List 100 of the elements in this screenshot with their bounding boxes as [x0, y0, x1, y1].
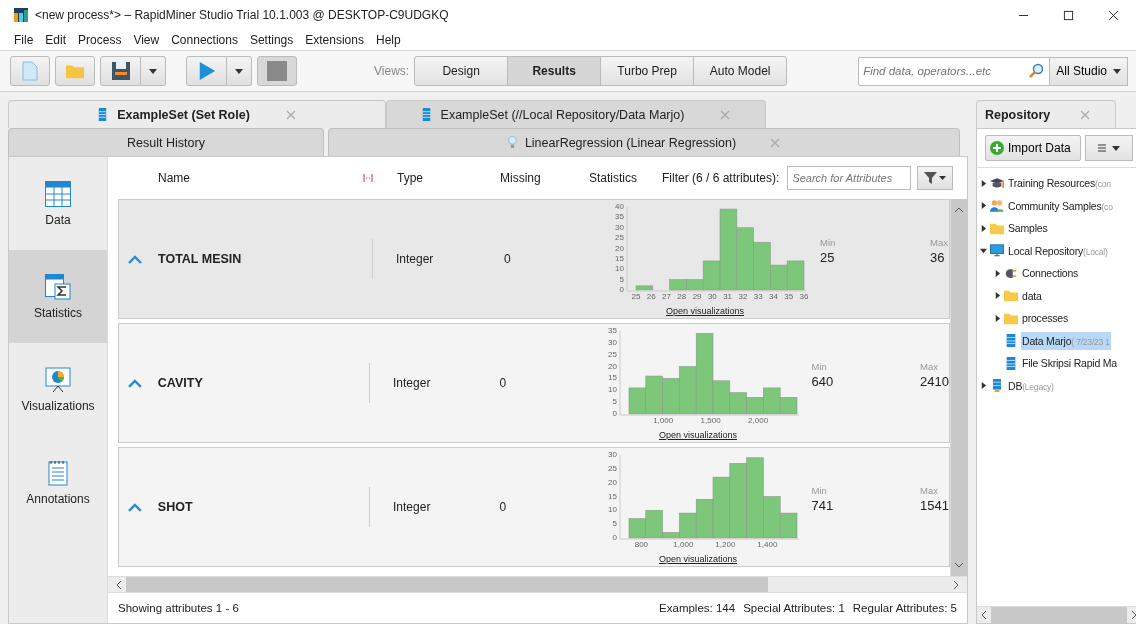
collapsed-arrow-icon[interactable] — [980, 224, 987, 232]
menu-item[interactable]: View — [133, 33, 160, 47]
menu-item[interactable]: Settings — [249, 33, 294, 47]
view-tab[interactable]: Design — [414, 56, 509, 86]
min-label: Min — [811, 485, 828, 496]
collapse-chevron-icon[interactable] — [128, 378, 142, 388]
table-icon — [1004, 356, 1018, 370]
tree-item[interactable]: Connections — [1021, 264, 1080, 283]
y-tick-label: 10 — [608, 505, 618, 515]
menu-item[interactable]: Process — [78, 33, 122, 47]
maximize-icon[interactable] — [1063, 9, 1074, 21]
y-tick-label: 40 — [615, 202, 625, 211]
nav-item[interactable]: Statistics — [9, 250, 107, 343]
view-tab[interactable]: Results — [507, 56, 602, 86]
y-tick-label: 10 — [615, 264, 625, 274]
collapsed-arrow-icon[interactable] — [980, 179, 987, 187]
tab-label: ExampleSet (//Local Repository/Data Marjo) — [440, 107, 685, 122]
nav-item[interactable]: Visualizations — [9, 343, 107, 436]
view-tab[interactable]: Auto Model — [693, 56, 788, 86]
tree-item[interactable]: Data Marjo( 7/23/23 1 — [1021, 331, 1111, 350]
scroll-left-icon[interactable] — [116, 579, 122, 590]
result-tab[interactable]: ExampleSet (//Local Repository/Data Marjo) — [386, 100, 766, 128]
nav-item[interactable]: Annotations — [9, 436, 107, 529]
open-visualizations-link[interactable]: Open visualizations — [658, 554, 737, 564]
horizontal-scrollbar[interactable] — [108, 576, 967, 592]
caret-icon — [1113, 68, 1121, 74]
tab-label: Result History — [127, 135, 205, 150]
max-label: Max — [920, 361, 939, 372]
scroll-up-icon[interactable] — [954, 207, 964, 213]
result-tab[interactable]: LinearRegression (Linear Regression) — [328, 128, 960, 156]
menu-item[interactable]: Connections — [171, 33, 238, 47]
attribute-type: Integer — [393, 376, 432, 390]
missing-count: 0 — [504, 252, 512, 266]
menu-item[interactable]: Help — [375, 33, 401, 47]
collapsed-arrow-icon[interactable] — [994, 314, 1001, 322]
close-icon[interactable] — [1108, 9, 1119, 21]
result-tab[interactable]: ExampleSet (Set Role) — [8, 100, 386, 128]
missing-count: 0 — [499, 376, 508, 390]
tree-item[interactable]: File Skripsi Rapid Ma — [1021, 354, 1118, 373]
global-search-field[interactable]: Find data, operators...etc — [858, 56, 1051, 86]
y-tick-label: 20 — [615, 243, 625, 253]
result-tab[interactable]: Result History — [8, 128, 324, 156]
x-tick-label: 33 — [753, 292, 764, 301]
y-tick-label: 25 — [615, 233, 625, 243]
save-menu-button[interactable] — [141, 56, 166, 86]
y-tick-label: 25 — [608, 349, 618, 359]
scroll-right-icon[interactable] — [1131, 610, 1136, 620]
open-visualizations-link[interactable]: Open visualizations — [665, 306, 744, 316]
collapse-chevron-icon[interactable] — [128, 254, 142, 264]
horizontal-scrollbar[interactable] — [977, 606, 1136, 623]
histogram-chart: 0 5 10 15 20 25 30 35 40 25 26 27 28 29 30 31 32 33 34 35 36 — [600, 202, 810, 306]
scroll-right-icon[interactable] — [953, 579, 959, 590]
column-header[interactable]: Missing — [500, 171, 589, 185]
max-value: 36 — [930, 250, 946, 265]
expanded-arrow-icon[interactable] — [980, 247, 987, 255]
nav-item[interactable]: Data — [9, 157, 107, 250]
attribute-type: Integer — [393, 500, 432, 514]
histogram-bar — [669, 279, 687, 291]
scope-dropdown[interactable]: All Studio — [1050, 56, 1129, 86]
tree-item[interactable]: DB(Legacy) — [1007, 376, 1055, 395]
menu-item[interactable]: Edit — [45, 33, 67, 47]
open-visualizations-link[interactable]: Open visualizations — [658, 430, 737, 440]
tree-item[interactable]: processes — [1021, 309, 1070, 328]
y-tick-label: 10 — [608, 385, 618, 395]
new-document-icon — [20, 61, 40, 81]
menu-item[interactable]: Extensions — [305, 33, 364, 47]
collapsed-arrow-icon[interactable] — [994, 269, 1001, 277]
collapsed-arrow-icon[interactable] — [980, 382, 987, 390]
y-tick-label: 15 — [615, 253, 625, 263]
y-tick-label: 5 — [612, 519, 618, 529]
folder-icon — [1004, 311, 1018, 325]
collapse-chevron-icon[interactable] — [128, 502, 142, 512]
scroll-left-icon[interactable] — [981, 610, 987, 620]
column-header[interactable]: Statistics — [589, 171, 662, 185]
column-header[interactable]: Name — [158, 171, 363, 185]
tree-item[interactable]: Local Repository(Local) — [1007, 241, 1109, 260]
save-button[interactable] — [100, 56, 141, 86]
y-tick-label: 15 — [608, 373, 618, 383]
menu-item[interactable]: File — [14, 33, 34, 47]
import-data-button[interactable]: Import Data — [985, 135, 1081, 161]
collapsed-arrow-icon[interactable] — [980, 202, 987, 210]
repository-menu-button[interactable] — [1085, 135, 1133, 161]
tree-item[interactable]: Training Resources(con — [1007, 174, 1112, 193]
tree-item[interactable]: Samples — [1007, 219, 1049, 238]
repository-tab[interactable]: Repository — [976, 100, 1116, 128]
caret-icon — [235, 68, 243, 74]
tree-item[interactable]: Community Samples(co — [1007, 196, 1114, 215]
attribute-name: TOTAL MESIN — [158, 252, 243, 266]
vertical-scrollbar[interactable] — [950, 199, 967, 576]
column-header[interactable]: Type — [397, 171, 500, 185]
view-tab[interactable]: Turbo Prep — [600, 56, 695, 86]
filter-button[interactable] — [917, 166, 954, 190]
funnel-icon — [924, 172, 947, 184]
x-tick-label: 27 — [662, 292, 672, 301]
run-menu-button[interactable] — [227, 56, 252, 86]
tree-item[interactable]: data — [1021, 286, 1043, 305]
collapsed-arrow-icon[interactable] — [994, 292, 1001, 300]
scroll-down-icon[interactable] — [954, 562, 964, 568]
views-label: Views: — [374, 64, 410, 78]
attribute-search-field[interactable]: Search for Attributes — [787, 166, 912, 190]
